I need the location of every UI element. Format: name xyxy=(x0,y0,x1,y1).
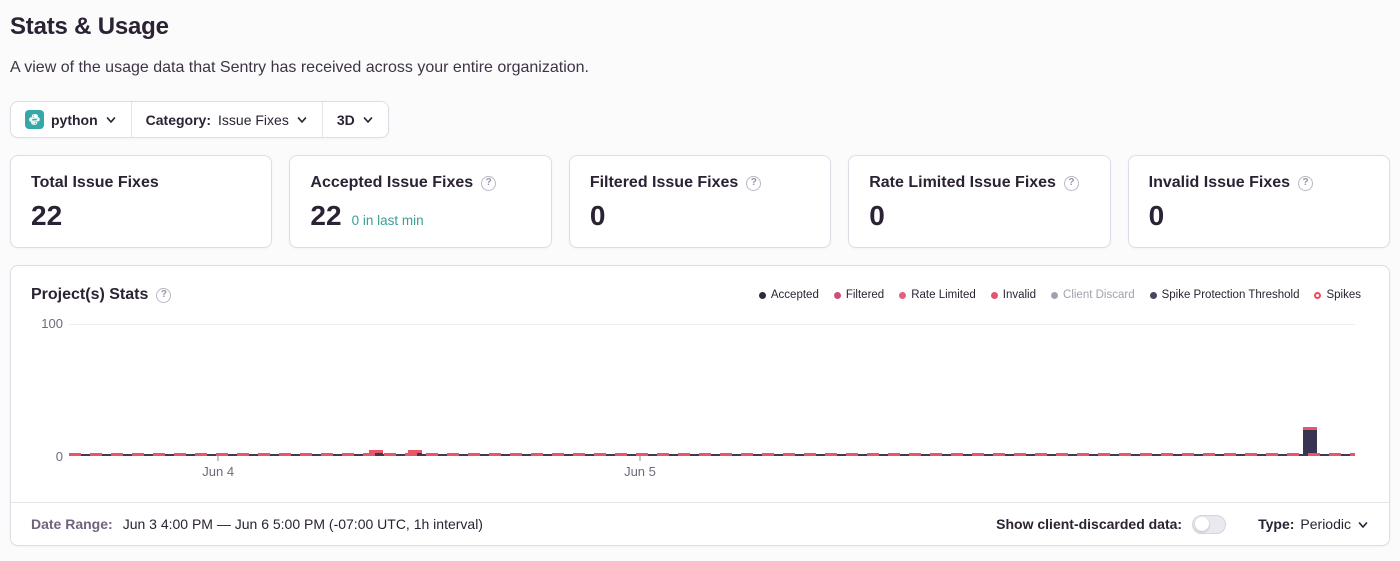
python-platform-icon xyxy=(25,110,44,129)
chart-footer: Date Range: Jun 3 4:00 PM — Jun 6 5:00 P… xyxy=(11,502,1389,545)
help-icon[interactable]: ? xyxy=(1298,176,1313,191)
chart-plot[interactable]: Jun 4Jun 5 xyxy=(69,324,1355,456)
page-subtitle: A view of the usage data that Sentry has… xyxy=(10,59,1390,77)
x-axis-tick-label: Jun 5 xyxy=(624,464,656,479)
card-invalid-issue-fixes: Invalid Issue Fixes ? 0 xyxy=(1128,155,1390,248)
filter-bar: python Category: Issue Fixes 3D xyxy=(10,101,389,138)
card-accepted-issue-fixes: Accepted Issue Fixes ? 22 0 in last min xyxy=(289,155,551,248)
date-range-value: Jun 3 4:00 PM — Jun 6 5:00 PM (-07:00 UT… xyxy=(123,516,483,532)
client-discard-toggle-label: Show client-discarded data: xyxy=(996,516,1182,532)
interval-value: 3D xyxy=(337,112,355,128)
card-title: Rate Limited Issue Fixes xyxy=(869,174,1056,192)
card-total-issue-fixes: Total Issue Fixes 22 xyxy=(10,155,272,248)
card-title: Filtered Issue Fixes xyxy=(590,174,739,192)
y-axis-tick-label: 0 xyxy=(23,449,63,464)
toggle-knob xyxy=(1195,517,1209,531)
help-icon[interactable]: ? xyxy=(1064,176,1079,191)
type-label: Type: xyxy=(1258,516,1294,532)
client-discard-toggle[interactable] xyxy=(1192,515,1226,534)
gridline-100 xyxy=(69,324,1355,325)
card-title: Accepted Issue Fixes xyxy=(310,174,473,192)
card-trend-note: 0 in last min xyxy=(352,213,424,228)
date-range-label: Date Range: xyxy=(31,516,113,532)
x-axis-tick-mark xyxy=(218,456,219,461)
help-icon[interactable]: ? xyxy=(746,176,761,191)
chevron-down-icon xyxy=(362,114,374,126)
chevron-down-icon xyxy=(1357,519,1369,531)
score-cards-row: Total Issue Fixes 22 Accepted Issue Fixe… xyxy=(10,155,1390,248)
spike-protection-threshold-line xyxy=(69,453,1355,456)
card-filtered-issue-fixes: Filtered Issue Fixes ? 0 xyxy=(569,155,831,248)
interval-dropdown[interactable]: 3D xyxy=(323,102,388,137)
stats-usage-page: Stats & Usage A view of the usage data t… xyxy=(0,0,1400,561)
card-value: 0 xyxy=(590,200,606,232)
project-filter-dropdown[interactable]: python xyxy=(11,102,131,137)
chevron-down-icon xyxy=(105,114,117,126)
y-axis-tick-label: 100 xyxy=(23,316,63,331)
category-filter-label: Category: xyxy=(146,112,211,128)
category-filter-value: Issue Fixes xyxy=(218,112,289,128)
card-title: Invalid Issue Fixes xyxy=(1149,174,1290,192)
card-title: Total Issue Fixes xyxy=(31,174,159,192)
type-dropdown[interactable]: Type: Periodic xyxy=(1258,516,1369,532)
project-filter-label: python xyxy=(51,112,98,128)
card-rate-limited-issue-fixes: Rate Limited Issue Fixes ? 0 xyxy=(848,155,1110,248)
x-axis-tick-mark xyxy=(639,456,640,461)
card-value: 0 xyxy=(1149,200,1165,232)
project-stats-panel: Project(s) Stats ? AcceptedFilteredRate … xyxy=(10,265,1390,546)
category-filter-dropdown[interactable]: Category: Issue Fixes xyxy=(132,102,322,137)
chevron-down-icon xyxy=(296,114,308,126)
card-value: 22 xyxy=(31,200,62,232)
card-value: 0 xyxy=(869,200,885,232)
card-value: 22 xyxy=(310,200,341,232)
page-title: Stats & Usage xyxy=(10,0,1390,41)
type-value: Periodic xyxy=(1300,516,1351,532)
x-axis-tick-label: Jun 4 xyxy=(202,464,234,479)
help-icon[interactable]: ? xyxy=(481,176,496,191)
accepted-bar[interactable] xyxy=(1303,427,1317,454)
